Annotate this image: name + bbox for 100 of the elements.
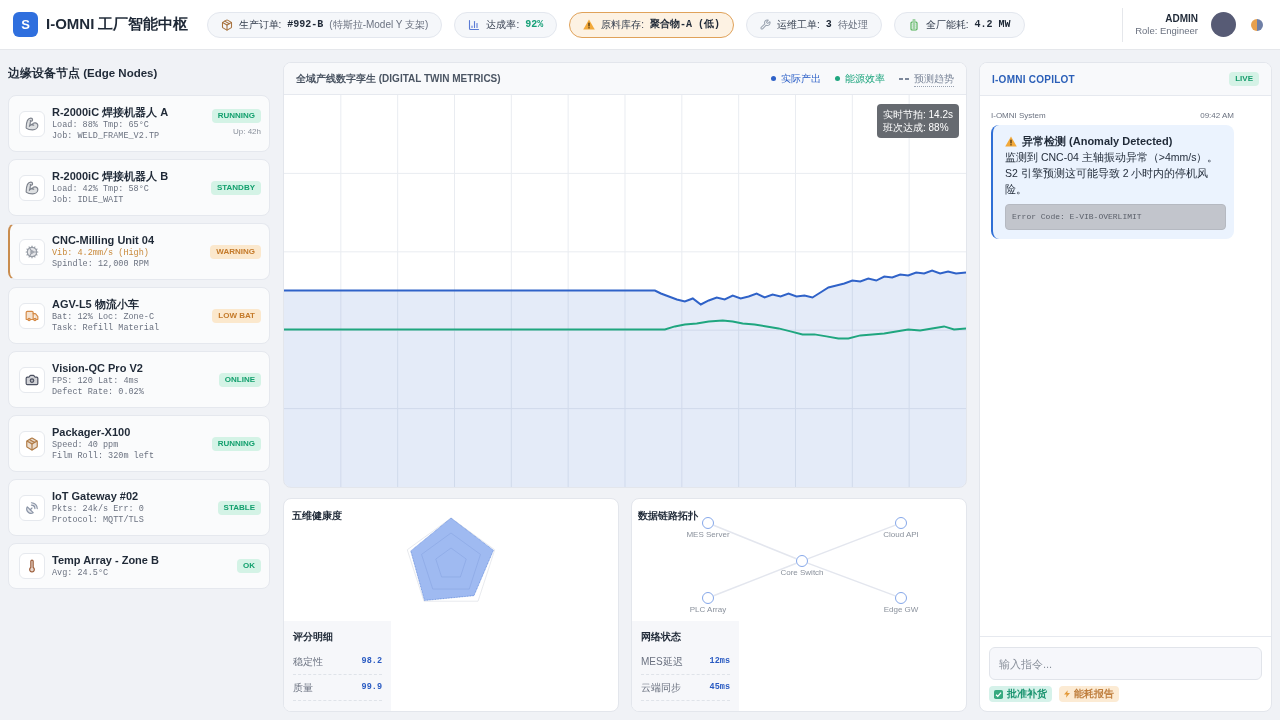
network-node-icon[interactable]: [895, 592, 907, 604]
node-name: R-2000iC 焊接机器人 B: [52, 169, 169, 184]
check-icon: [994, 689, 1003, 699]
status-badge: LOW BAT: [212, 308, 261, 323]
stat-value: 聚合物-A (低): [649, 17, 720, 32]
node-card[interactable]: CNC-Milling Unit 04 Vib: 4.2mm/s (High) Spindle: 12,000 RPM WARNING: [8, 223, 270, 280]
node-name: Vision-QC Pro V2: [52, 361, 143, 376]
status-badge: RUNNING: [211, 109, 261, 123]
warning-icon: [583, 19, 596, 30]
stat-label: 运维工单:: [777, 18, 820, 32]
stat-value: #992-B: [287, 18, 324, 32]
user-name: ADMIN: [1165, 12, 1198, 25]
node-label: Edge GW: [883, 604, 919, 616]
node-label: PLC Array: [689, 604, 727, 616]
message-body: 监测到 CNC-04 主轴振动异常（>4mm/s）。S2 引擎预测这可能导致 2 小时内的停机风险。: [1005, 150, 1220, 197]
lightning-icon: [1064, 690, 1070, 698]
warning-icon: [1005, 136, 1017, 147]
node-label: Cloud API: [883, 529, 919, 541]
gear-icon: [19, 238, 45, 265]
node-metric: Protocol: MQTT/TLS: [52, 515, 144, 526]
network-node-icon[interactable]: [702, 517, 714, 529]
metric-value: 98.2: [361, 655, 382, 668]
user-role: Role: Engineer: [1135, 24, 1198, 37]
panel-subtitle: 网络状态: [641, 630, 681, 643]
node-metric: Task: Refill Material: [52, 323, 160, 334]
status-badge: ONLINE: [218, 372, 261, 387]
stat-label: 达成率:: [486, 18, 520, 32]
box-icon: [220, 18, 233, 31]
node-metric: Load: 88% Tmp: 65°C: [52, 120, 149, 131]
sidebar-title: 边缘设备节点 (Edge Nodes): [8, 65, 158, 81]
command-input[interactable]: 输入指令...: [989, 647, 1262, 680]
node-metric: Speed: 40 ppm: [52, 440, 119, 451]
node-card[interactable]: Packager-X100 Speed: 40 ppm Film Roll: 320m left RUNNING: [8, 415, 270, 472]
legend-label[interactable]: 实际产出: [781, 71, 821, 86]
node-card[interactable]: IoT Gateway #02 Pkts: 24k/s Err: 0 Protocol: MQTT/TLS STABLE: [8, 479, 270, 536]
panel-title: 五维健康度: [292, 509, 342, 522]
live-badge: LIVE: [1229, 72, 1259, 86]
node-name: IoT Gateway #02: [52, 489, 139, 504]
metric-value: 45ms: [709, 681, 730, 694]
thermometer-icon: [19, 553, 45, 579]
node-metric: Job: WELD_FRAME_V2.TP: [52, 131, 160, 142]
half-circle-icon[interactable]: [1251, 18, 1263, 31]
stat-label: 原料库存:: [601, 18, 644, 32]
node-name: Temp Array - Zone B: [52, 553, 159, 568]
node-name: R-2000iC 焊接机器人 A: [52, 105, 169, 120]
stat-value: 4.2 MW: [974, 18, 1011, 32]
error-code: Error Code: E-VIB-OVERLIMIT: [1005, 204, 1226, 230]
legend-label[interactable]: 预测趋势: [914, 70, 954, 87]
node-card[interactable]: Temp Array - Zone B Avg: 24.5°C OK: [8, 543, 270, 589]
bar-chart-icon: [468, 18, 481, 31]
node-metric: Pkts: 24k/s Err: 0: [52, 504, 144, 515]
node-card[interactable]: R-2000iC 焊接机器人 B Load: 42% Tmp: 58°C Job: IDLE_WAIT STANDBY: [8, 159, 270, 216]
network-node-icon[interactable]: [702, 592, 714, 604]
node-metric: Vib: 4.2mm/s (High): [52, 248, 149, 259]
flexed-arm-icon: [19, 174, 45, 201]
node-metric: Job: IDLE_WAIT: [52, 195, 124, 206]
panel-title: I-OMNI COPILOT: [992, 72, 1075, 87]
battery-icon: [907, 18, 920, 31]
node-metric: Defect Rate: 0.02%: [52, 387, 144, 398]
panel-subtitle: 评分明细: [293, 630, 333, 643]
node-metric: Load: 42% Tmp: 58°C: [52, 184, 149, 195]
network-node-icon[interactable]: [796, 555, 808, 567]
panel-title: 数据链路拓扑: [638, 509, 698, 522]
node-card[interactable]: AGV-L5 物流小车 Bat: 12% Loc: Zone-C Task: Refill Material LOW BAT: [8, 287, 270, 344]
metric-value: 12ms: [709, 655, 730, 668]
box-icon: [19, 430, 45, 457]
camera-icon: [19, 366, 45, 393]
node-name: Packager-X100: [52, 425, 131, 440]
metric-value: 99.9: [361, 681, 382, 694]
metric-label: 稳定性: [293, 655, 323, 669]
flexed-arm-icon: [19, 110, 45, 137]
node-metric: Bat: 12% Loc: Zone-C: [52, 312, 155, 323]
app-logo: S: [13, 12, 38, 37]
stat-value: 92%: [525, 18, 544, 32]
metric-label: MES延迟: [641, 655, 683, 669]
node-metric: Avg: 24.5°C: [52, 568, 109, 579]
user-avatar[interactable]: [1211, 12, 1236, 37]
node-card[interactable]: Vision-QC Pro V2 FPS: 120 Lat: 4ms Defect Rate: 0.02% ONLINE: [8, 351, 270, 408]
wrench-icon: [760, 19, 771, 30]
node-metric: Spindle: 12,000 RPM: [52, 259, 149, 270]
node-label: MES Server: [686, 529, 730, 541]
status-badge: STANDBY: [210, 180, 261, 195]
uptime-text: Up: 42h: [232, 126, 261, 138]
status-badge: WARNING: [210, 244, 261, 259]
node-card[interactable]: R-2000iC 焊接机器人 A Load: 88% Tmp: 65°C Job: WELD_FRAME_V2.TP RUNNING Up: 42h: [8, 95, 270, 152]
status-badge: STABLE: [217, 500, 261, 515]
chart-title: 全域产线数字孪生 (DIGITAL TWIN METRICS): [296, 72, 501, 86]
node-label: Core Switch: [780, 567, 824, 579]
metric-label: 云端同步: [641, 681, 681, 695]
node-name: CNC-Milling Unit 04: [52, 233, 155, 248]
app-title: I-OMNI 工厂智能中枢: [46, 14, 189, 35]
status-badge: OK: [237, 559, 261, 573]
metric-label: 质量: [293, 681, 313, 695]
node-metric: Film Roll: 320m left: [52, 451, 155, 462]
network-node-icon[interactable]: [895, 517, 907, 529]
message-title: 异常检测 (Anomaly Detected): [1022, 134, 1173, 149]
status-badge: RUNNING: [211, 436, 261, 451]
truck-icon: [19, 302, 45, 329]
satellite-dish-icon: [19, 494, 45, 521]
stat-note: 待处理: [837, 18, 868, 32]
